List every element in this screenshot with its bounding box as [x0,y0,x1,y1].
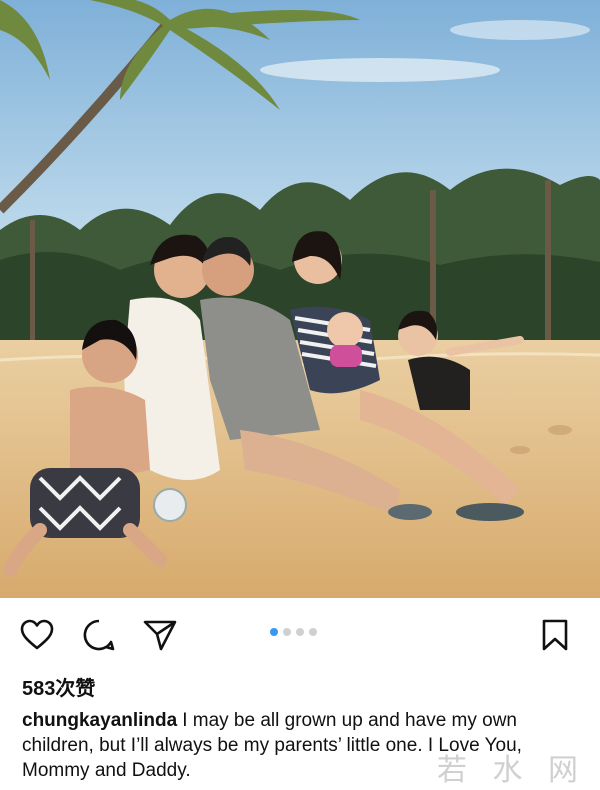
bookmark-icon [542,619,568,651]
post-photo[interactable] [0,0,600,598]
carousel-dot-active [270,628,278,636]
heart-icon [20,619,54,650]
like-button[interactable] [18,616,56,654]
save-button[interactable] [536,616,574,654]
likes-count[interactable]: 583次赞 [22,672,95,701]
comment-button[interactable] [80,616,118,654]
share-button[interactable] [141,616,179,654]
caption-username[interactable]: chungkayanlinda [22,710,177,731]
post-action-bar [0,598,600,668]
carousel-dot [309,628,317,636]
send-icon [143,620,177,651]
beach-family-photo [0,0,600,598]
carousel-indicator [270,628,317,636]
comment-icon [83,619,115,651]
carousel-dot [296,628,304,636]
watermark: 若 水 网 [436,753,586,788]
carousel-dot [283,628,291,636]
